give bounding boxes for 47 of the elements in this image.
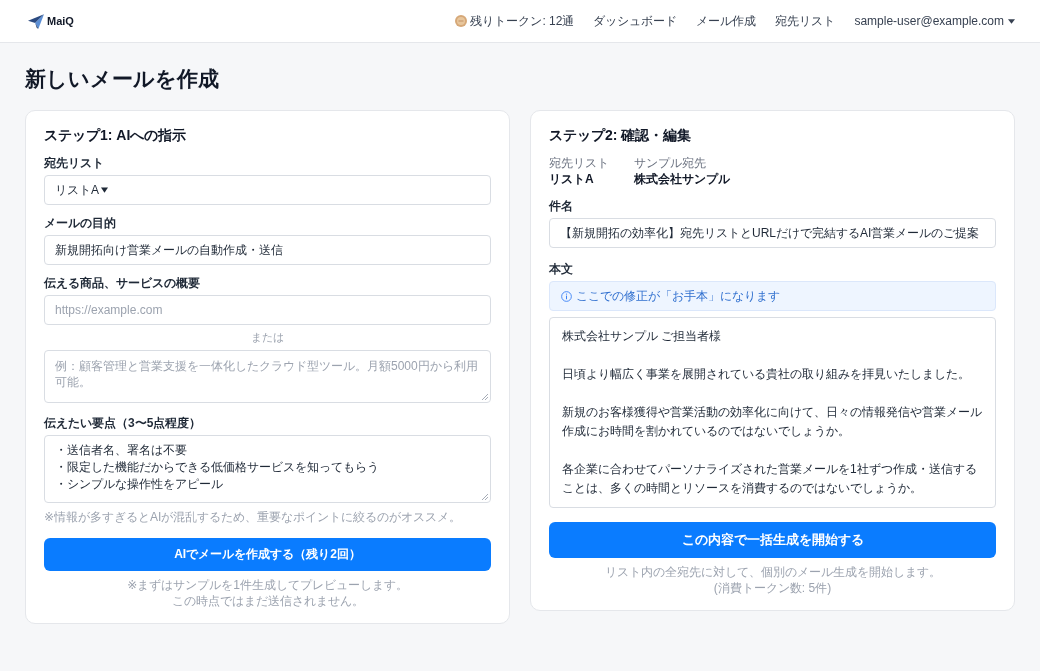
page-title: 新しいメールを作成 [25, 66, 220, 92]
note-text: ※まずはサンプルを1件生成してプレビューします。 [126, 577, 409, 593]
card-title: ステップ1: AIへの指示 [44, 126, 188, 145]
field-label: 宛先リスト [44, 155, 105, 171]
body-paragraph: 各企業に合わせてパーソナライズされた営業メールを1社ずつ作成・送信することは、多くの時間とリソースを消費するのではないでしょうか。 [562, 461, 978, 497]
logo-text[interactable]: MaiQ [47, 15, 74, 27]
nav-link[interactable]: ダッシュボード [593, 12, 678, 30]
generate-button[interactable]: AIでメールを作成する（残り2回） [44, 538, 491, 571]
meta-label: 宛先リスト [549, 155, 609, 171]
token-count: 残りトークン: 12通 [470, 12, 575, 30]
field-label: 本文 [549, 261, 574, 277]
meta-label: サンプル宛先 [634, 155, 707, 171]
body-paragraph: 日頃より幅広く事業を展開されている貴社の取り組みを拝見いたしました。 [562, 366, 971, 383]
resize-handle-icon[interactable] [481, 393, 488, 400]
caret-icon [1008, 18, 1015, 24]
recipient-list-select[interactable]: リストA [44, 175, 491, 205]
resize-handle-icon[interactable] [481, 493, 488, 500]
body-paragraph: 株式会社サンプル ご担当者様 [562, 328, 723, 345]
note-text: リスト内の全宛先に対して、個別のメール生成を開始します。 [603, 564, 942, 580]
field-label: メールの目的 [44, 215, 117, 231]
nav-link[interactable]: メール作成 [696, 12, 757, 30]
purpose-input[interactable]: 新規開拓向け営業メールの自動作成・送信 [44, 235, 491, 265]
field-label: 件名 [549, 198, 574, 214]
user-menu-button[interactable]: sample-user@example.com [854, 14, 1015, 28]
field-label: 伝える商品、サービスの概要 [44, 275, 201, 291]
meta-value: リストA [549, 171, 595, 188]
separator-text: または [251, 331, 284, 343]
coin-icon [455, 15, 468, 27]
key-points-textarea[interactable]: ・送信者名、署名は不要 ・限定した機能だからできる低価格サービスを知ってもらう ・シンプルな操作性をアピール [44, 435, 491, 503]
field-label: 伝えたい要点（3〜5点程度） [44, 415, 203, 431]
info-icon [561, 290, 572, 302]
key-point-line: ・シンプルな操作性をアピール [55, 476, 224, 493]
note-text: この時点ではまだ送信されません。 [170, 593, 365, 609]
bulk-generate-button[interactable]: この内容で一括生成を開始する [549, 522, 996, 558]
key-point-line: ・送信者名、署名は不要 [55, 442, 188, 459]
body-paragraph: 新規のお客様獲得や営業活動の効率化に向けて、日々の情報発信や営業メール作成にお時間を割かれているのではないでしょうか。 [562, 404, 983, 440]
card-title: ステップ2: 確認・編集 [549, 126, 693, 145]
caret-icon [101, 187, 108, 193]
hint-text: ※情報が多すぎるとAIが混乱するため、重要なポイントに絞るのがオススメ。 [44, 509, 463, 525]
paper-plane-icon [28, 13, 44, 29]
meta-value: 株式会社サンプル [634, 171, 730, 188]
subject-input[interactable]: 【新規開拓の効率化】宛先リストとURLだけで完結するAI営業メールのご提案 [549, 218, 996, 248]
body-textarea[interactable]: 株式会社サンプル ご担当者様 日頃より幅広く事業を展開されている貴社の取り組みを拝見いたしました。 新規のお客様獲得や営業活動の効率化に向けて、日々の情報発信や営業メール作成にお時間を割かれているのではないでしょうか。 各企業に合わせてパーソナライズされた営業メールを1社ずつ作成・送信することは、多くの時間とリソースを消費するのではないでしょうか。 [549, 317, 996, 508]
nav-link[interactable]: 宛先リスト [775, 12, 836, 30]
key-point-line: ・限定した機能だからできる低価格サービスを知ってもらう [55, 459, 380, 476]
note-text: (消費トークン数: 5件) [712, 580, 833, 596]
info-text: ここでの修正が「お手本」になります [576, 288, 780, 304]
